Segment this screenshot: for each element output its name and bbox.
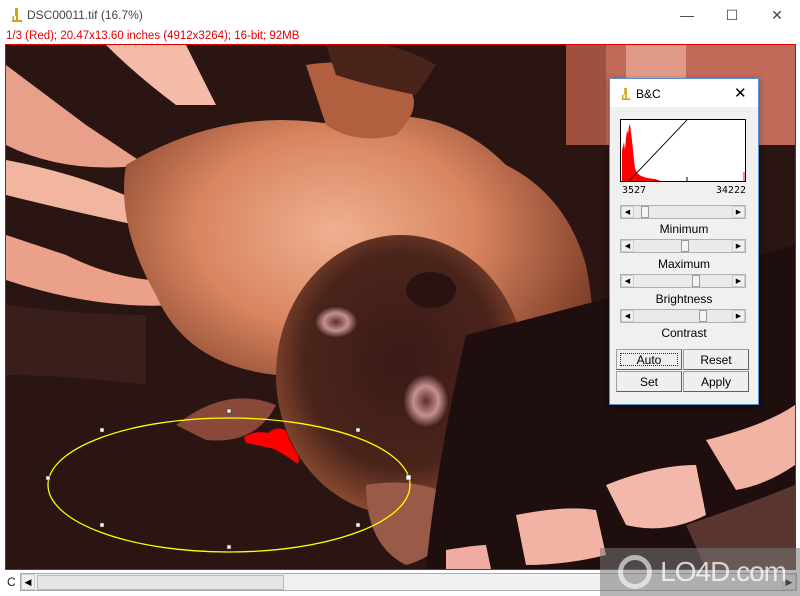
window-title: DSC00011.tif (16.7%) bbox=[27, 8, 143, 22]
apply-button[interactable]: Apply bbox=[683, 371, 749, 392]
contrast-slider-thumb[interactable] bbox=[699, 310, 707, 322]
image-info-text: 1/3 (Red); 20.47x13.60 inches (4912x3264… bbox=[6, 30, 300, 42]
minimum-increase-button[interactable]: ▶ bbox=[732, 206, 745, 218]
histogram-bars bbox=[622, 124, 661, 181]
maximum-label: Maximum bbox=[657, 257, 710, 271]
watermark-text: LO4D.com bbox=[660, 556, 787, 587]
minimize-icon: — bbox=[680, 7, 694, 23]
minimum-decrease-button[interactable]: ◀ bbox=[621, 206, 634, 218]
contrast-slider[interactable]: ◀ ▶ bbox=[620, 309, 746, 323]
brightness-decrease-button[interactable]: ◀ bbox=[621, 275, 634, 287]
transfer-line bbox=[628, 120, 688, 181]
watermark: LO4D.com bbox=[600, 548, 800, 596]
microscope-icon bbox=[621, 88, 631, 100]
display-range-max: 34222 bbox=[715, 185, 746, 196]
contrast-decrease-button[interactable]: ◀ bbox=[621, 310, 634, 322]
window-titlebar: DSC00011.tif (16.7%) — ☐ ✕ bbox=[0, 0, 800, 30]
scroll-thumb[interactable] bbox=[37, 575, 284, 590]
minimum-slider[interactable]: ◀ ▶ bbox=[620, 205, 746, 219]
channel-label: C bbox=[7, 575, 16, 589]
arrow-right-icon: ▶ bbox=[735, 243, 742, 250]
maximum-increase-button[interactable]: ▶ bbox=[732, 240, 745, 252]
microscope-icon bbox=[12, 8, 22, 22]
display-range-min: 3527 bbox=[622, 185, 647, 196]
minimum-slider-thumb[interactable] bbox=[641, 206, 649, 218]
slider-track[interactable] bbox=[634, 206, 732, 218]
maximum-slider[interactable]: ◀ ▶ bbox=[620, 239, 746, 253]
contrast-label: Contrast bbox=[661, 326, 707, 340]
brightness-increase-button[interactable]: ▶ bbox=[732, 275, 745, 287]
brightness-slider[interactable]: ◀ ▶ bbox=[620, 274, 746, 288]
close-icon: ✕ bbox=[771, 6, 783, 23]
arrow-left-icon: ◀ bbox=[624, 209, 631, 216]
maximize-button[interactable]: ☐ bbox=[709, 0, 755, 30]
arrow-right-icon: ▶ bbox=[735, 278, 742, 285]
brightness-label: Brightness bbox=[655, 292, 713, 306]
arrow-right-icon: ▶ bbox=[735, 313, 742, 320]
slider-track[interactable] bbox=[634, 240, 732, 252]
brightness-contrast-dialog: B&C ✕ 3527 34222 ◀ ▶ Minimum ◀ ▶ Maximum… bbox=[609, 78, 759, 405]
minimum-label: Minimum bbox=[659, 222, 709, 236]
arrow-left-icon: ◀ bbox=[624, 313, 631, 320]
brightness-slider-thumb[interactable] bbox=[692, 275, 700, 287]
arrow-left-icon: ◀ bbox=[624, 243, 631, 250]
dialog-title: B&C bbox=[636, 87, 661, 101]
arrow-left-icon: ◀ bbox=[24, 576, 32, 587]
minimize-button[interactable]: — bbox=[664, 0, 710, 30]
close-button[interactable]: ✕ bbox=[754, 0, 800, 30]
scroll-left-button[interactable]: ◀ bbox=[21, 574, 35, 590]
maximize-icon: ☐ bbox=[725, 6, 739, 23]
contrast-increase-button[interactable]: ▶ bbox=[732, 310, 745, 322]
dialog-close-icon[interactable]: ✕ bbox=[734, 84, 747, 102]
dialog-titlebar[interactable]: B&C ✕ bbox=[610, 79, 758, 107]
watermark-logo-icon bbox=[618, 555, 653, 589]
set-button[interactable]: Set bbox=[616, 371, 682, 392]
slider-track[interactable] bbox=[634, 275, 732, 287]
reset-button[interactable]: Reset bbox=[683, 349, 749, 370]
arrow-right-icon: ▶ bbox=[735, 209, 742, 216]
maximum-slider-thumb[interactable] bbox=[681, 240, 689, 252]
auto-button[interactable]: Auto bbox=[616, 349, 682, 370]
maximum-decrease-button[interactable]: ◀ bbox=[621, 240, 634, 252]
arrow-left-icon: ◀ bbox=[624, 278, 631, 285]
histogram bbox=[620, 119, 746, 182]
slider-track[interactable] bbox=[634, 310, 732, 322]
